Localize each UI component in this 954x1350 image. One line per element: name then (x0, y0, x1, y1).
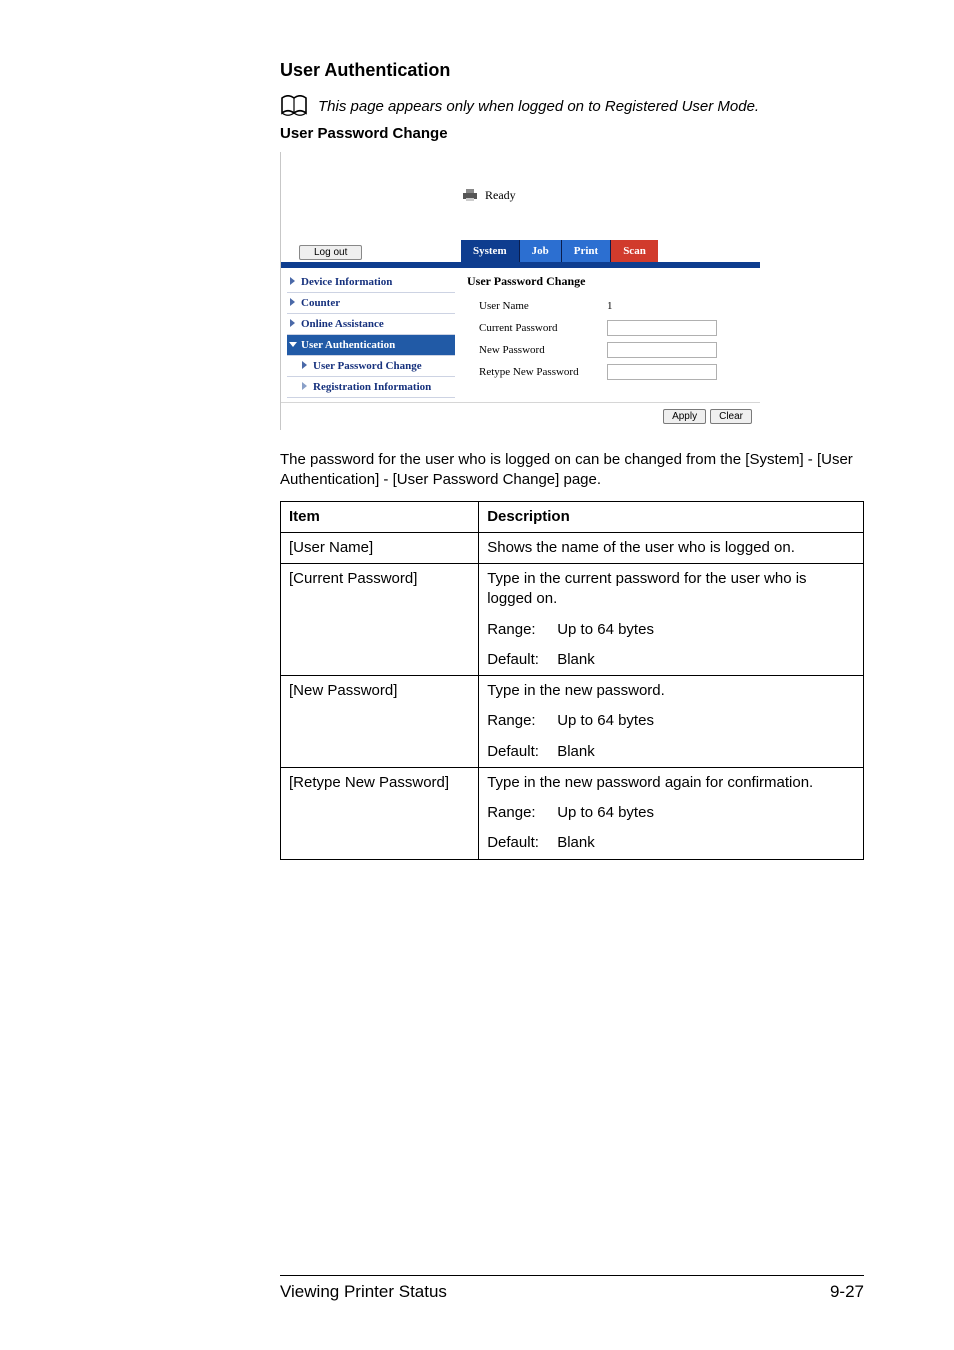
book-icon (280, 95, 308, 117)
chevron-right-icon (302, 361, 307, 369)
tab-job[interactable]: Job (520, 240, 562, 262)
kv-value: Blank (557, 651, 595, 668)
printer-icon (461, 187, 479, 203)
cell-block: Default:Blank (487, 833, 855, 853)
sidebar-item-online-assistance[interactable]: Online Assistance (287, 314, 455, 335)
chevron-right-icon (290, 298, 295, 306)
footer-left: Viewing Printer Status (280, 1282, 447, 1302)
tab-strip: System Job Print Scan (461, 240, 658, 262)
sidebar-label: Registration Information (313, 381, 431, 393)
kv-label: Default: (487, 650, 557, 670)
heading-user-password-change: User Password Change (280, 125, 864, 142)
table-row: [Current Password]Type in the current pa… (281, 564, 864, 676)
embedded-screenshot: Ready Log out System Job Print Scan Devi… (280, 152, 760, 430)
sidebar-item-registration-info[interactable]: Registration Information (287, 377, 455, 398)
kv-value: Up to 64 bytes (557, 621, 654, 638)
th-item: Item (281, 501, 479, 532)
kv-label: Range: (487, 803, 557, 823)
cell-description: Shows the name of the user who is logged… (479, 532, 864, 563)
label-current-password: Current Password (467, 322, 607, 334)
logout-button[interactable]: Log out (299, 245, 362, 260)
sidebar-label: Device Information (301, 276, 392, 288)
footer-page-number: 9-27 (830, 1282, 864, 1302)
content-pane: User Password Change User Name 1 Current… (461, 268, 760, 402)
label-user-name: User Name (467, 300, 607, 312)
sidebar: Device Information Counter Online Assist… (281, 268, 461, 402)
table-row: [New Password] Type in the new password. R… (281, 676, 864, 768)
chevron-right-icon (290, 277, 295, 285)
kv-value: Up to 64 bytes (557, 712, 654, 729)
note-row: This page appears only when logged on to… (280, 95, 864, 117)
kv-label: Default: (487, 742, 557, 762)
sidebar-label: Online Assistance (301, 318, 384, 330)
sidebar-label: User Password Change (313, 360, 422, 372)
tab-print[interactable]: Print (562, 240, 611, 262)
kv-label: Range: (487, 620, 557, 640)
heading-user-authentication: User Authentication (280, 60, 864, 81)
sidebar-label: Counter (301, 297, 340, 309)
sidebar-item-counter[interactable]: Counter (287, 293, 455, 314)
chevron-down-icon (289, 342, 297, 347)
cell-block: Range:Up to 64 bytes (487, 620, 855, 640)
cell-block: Type in the new password again for confi… (487, 773, 855, 793)
cell-block: Default:Blank (487, 650, 855, 670)
sidebar-item-user-password-change[interactable]: User Password Change (287, 356, 455, 377)
cell-block: Default:Blank (487, 742, 855, 762)
status-ready: Ready (485, 188, 516, 203)
kv-value: Blank (557, 743, 595, 760)
current-password-input[interactable] (607, 320, 717, 336)
description-paragraph: The password for the user who is logged … (280, 450, 864, 491)
tab-system[interactable]: System (461, 240, 520, 262)
cell-block: Type in the new password. (487, 681, 855, 701)
cell-block: Range:Up to 64 bytes (487, 803, 855, 823)
new-password-input[interactable] (607, 342, 717, 358)
cell-item: [User Name] (281, 532, 479, 563)
table-row: [Retype New Password] Type in the new pas… (281, 767, 864, 859)
description-table: Item Description [User Name] Shows the na… (280, 501, 864, 860)
sidebar-item-device-info[interactable]: Device Information (287, 272, 455, 293)
sidebar-item-user-authentication[interactable]: User Authentication (287, 335, 455, 356)
clear-button[interactable]: Clear (710, 409, 752, 424)
cell-description: Type in the new password. Range:Up to 64 … (479, 676, 864, 768)
table-row: [User Name] Shows the name of the user wh… (281, 532, 864, 563)
kv-label: Default: (487, 833, 557, 853)
chevron-right-icon (290, 319, 295, 327)
cell-item: [Retype New Password] (281, 767, 479, 859)
cell-item: [Current Password] (281, 564, 479, 676)
label-retype-new-password: Retype New Password (467, 366, 607, 378)
cell-item: [New Password] (281, 676, 479, 768)
cell-block: Type in the current password for the use… (487, 569, 855, 610)
cell-description: Type in the new password again for confi… (479, 767, 864, 859)
th-description: Description (479, 501, 864, 532)
label-new-password: New Password (467, 344, 607, 356)
kv-value: Up to 64 bytes (557, 804, 654, 821)
chevron-right-icon (302, 382, 307, 390)
retype-password-input[interactable] (607, 364, 717, 380)
sidebar-label: User Authentication (301, 339, 395, 351)
kv-value: Blank (557, 834, 595, 851)
apply-button[interactable]: Apply (663, 409, 706, 424)
value-user-name: 1 (607, 300, 727, 312)
tab-scan[interactable]: Scan (611, 240, 658, 262)
kv-label: Range: (487, 711, 557, 731)
cell-block: Range:Up to 64 bytes (487, 711, 855, 731)
cell-block: Shows the name of the user who is logged… (487, 538, 855, 558)
content-heading: User Password Change (467, 274, 750, 289)
note-text: This page appears only when logged on to… (318, 98, 759, 115)
cell-description: Type in the current password for the use… (479, 564, 864, 676)
